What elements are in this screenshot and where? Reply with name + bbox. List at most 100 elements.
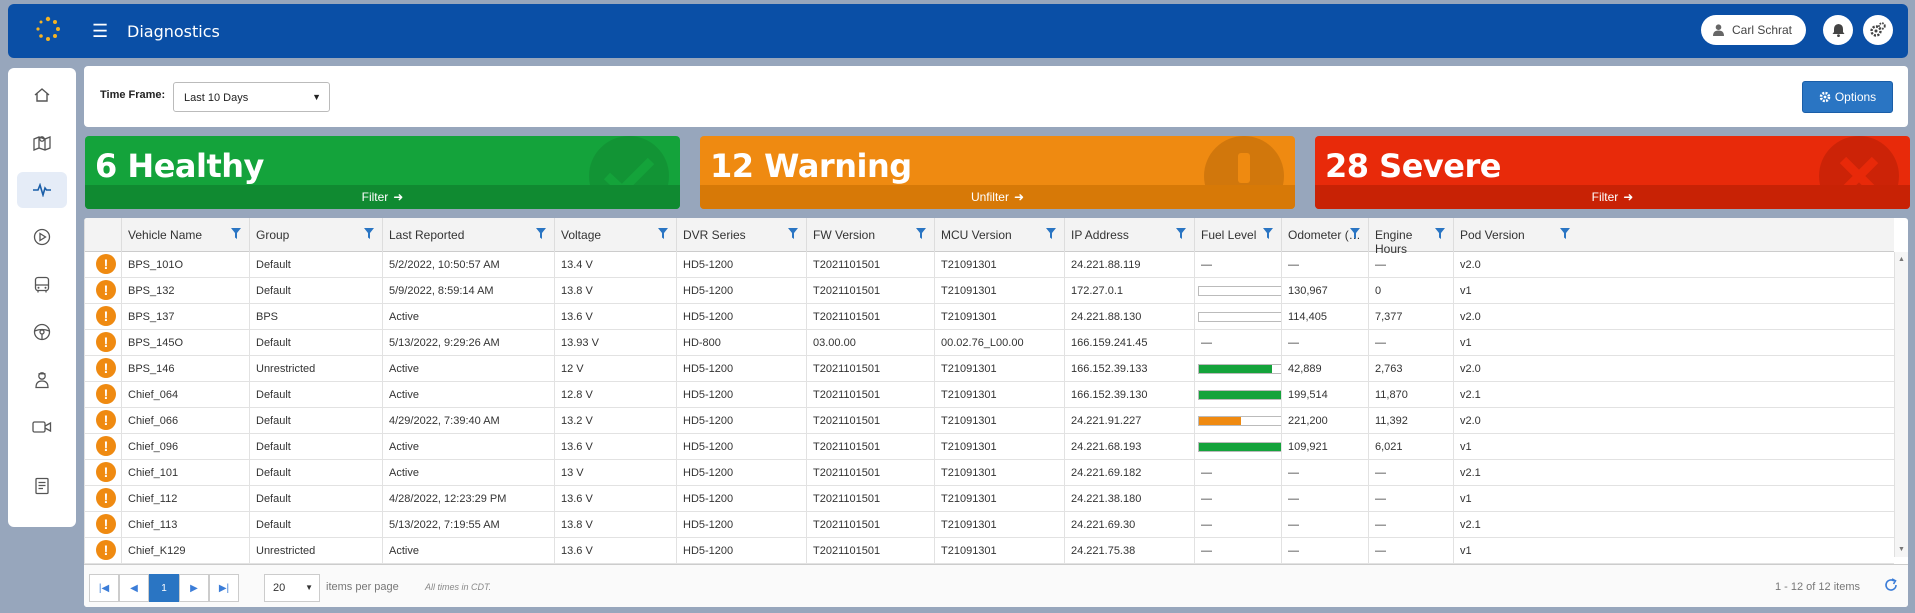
filter-icon[interactable] (536, 228, 546, 239)
column-header[interactable]: Last Reported (382, 218, 554, 252)
filter-icon[interactable] (1176, 228, 1186, 239)
first-page-button[interactable]: |◀ (89, 574, 119, 602)
time-frame-value: Last 10 Days (184, 92, 249, 104)
fuel-level-bar (1198, 416, 1281, 426)
notifications-button[interactable] (1823, 15, 1853, 45)
grid-footer: |◀ ◀ 1 ▶ ▶| 20 ▼ items per page All time… (84, 564, 1908, 607)
fuel-level-fill (1199, 365, 1272, 373)
table-row[interactable]: ! Chief_066 Default 4/29/2022, 7:39:40 AM 13… (84, 408, 1894, 434)
scroll-down-icon[interactable]: ▼ (1898, 546, 1905, 553)
table-row[interactable]: ! Chief_K129 Unrestricted Active 13.6 V HD5-1… (84, 538, 1894, 564)
sidebar-item-reports[interactable] (17, 468, 67, 504)
refresh-icon[interactable] (1884, 578, 1898, 592)
sidebar-item-video[interactable] (17, 409, 67, 445)
table-row[interactable]: ! Chief_101 Default Active 13 V HD5-1200 T2021… (84, 460, 1894, 486)
column-header[interactable]: Engine Hours (1368, 218, 1453, 256)
cell-ip: 172.27.0.1 (1064, 278, 1194, 304)
cell-vehicle: BPS_132 (121, 278, 249, 304)
scroll-up-icon[interactable]: ▲ (1898, 256, 1905, 263)
filter-icon[interactable] (1046, 228, 1056, 239)
cell-ip: 24.221.69.30 (1064, 512, 1194, 538)
cell-hours: — (1368, 460, 1453, 486)
sidebar-item-playback[interactable] (17, 219, 67, 255)
filter-icon[interactable] (658, 228, 668, 239)
cell-vehicle: BPS_137 (121, 304, 249, 330)
filter-icon[interactable] (1350, 228, 1360, 239)
filter-icon[interactable] (1560, 228, 1570, 239)
prev-page-button[interactable]: ◀ (119, 574, 149, 602)
filter-icon[interactable] (364, 228, 374, 239)
user-menu-button[interactable]: Carl Schrat (1701, 15, 1807, 45)
cell-vehicle: BPS_145O (121, 330, 249, 356)
cell-group: Unrestricted (249, 538, 382, 564)
cell-last: Active (382, 434, 554, 460)
sidebar-item-drivers[interactable] (17, 362, 67, 398)
column-header[interactable]: Voltage (554, 218, 676, 252)
cell-group: Default (249, 434, 382, 460)
table-row[interactable]: ! Chief_064 Default Active 12.8 V HD5-1200 T20… (84, 382, 1894, 408)
sidebar-item-driving[interactable] (17, 314, 67, 350)
table-row[interactable]: ! BPS_101O Default 5/2/2022, 10:50:57 AM 13.… (84, 252, 1894, 278)
severe-filter-button[interactable]: Filter ➜ (1315, 185, 1910, 209)
table-row[interactable]: ! Chief_096 Default Active 13.6 V HD5-1200 T20… (84, 434, 1894, 460)
fuel-level-cell: — (1194, 538, 1281, 564)
warning-unfilter-button[interactable]: Unfilter ➜ (700, 185, 1295, 209)
table-row[interactable]: ! BPS_132 Default 5/9/2022, 8:59:14 AM 13.8 … (84, 278, 1894, 304)
fuel-level-fill (1199, 391, 1281, 399)
settings-button[interactable] (1863, 15, 1893, 45)
column-header[interactable]: Vehicle Name (121, 218, 249, 252)
fuel-level-cell: — (1194, 330, 1281, 356)
menu-icon[interactable]: ☰ (92, 22, 108, 40)
filter-icon[interactable] (231, 228, 241, 239)
table-row[interactable]: ! Chief_112 Default 4/28/2022, 12:23:29 PM 1… (84, 486, 1894, 512)
cell-group: Default (249, 486, 382, 512)
column-header-label: MCU Version (941, 228, 1012, 242)
last-page-button[interactable]: ▶| (209, 574, 239, 602)
timezone-note: All times in CDT. (425, 582, 492, 592)
page-button-current[interactable]: 1 (149, 574, 179, 602)
warning-icon: ! (96, 254, 116, 274)
cell-dvr: HD5-1200 (676, 460, 806, 486)
vertical-scrollbar[interactable]: ▲ ▼ (1894, 252, 1908, 557)
page-size-value: 20 (273, 582, 286, 594)
cell-mcu: T21091301 (934, 408, 1064, 434)
cell-group: Default (249, 512, 382, 538)
cell-last: Active (382, 304, 554, 330)
cell-fw: T2021101501 (806, 252, 934, 278)
next-page-button[interactable]: ▶ (179, 574, 209, 602)
page-size-select[interactable]: 20 ▼ (264, 574, 320, 602)
diagnostics-grid: Vehicle Name Group Last Reported Voltage DVR… (84, 218, 1908, 607)
sidebar-item-diagnostics[interactable] (17, 172, 67, 208)
column-header[interactable]: Pod Version (1453, 218, 1578, 252)
column-header[interactable]: DVR Series (676, 218, 806, 252)
cell-vehicle: Chief_066 (121, 408, 249, 434)
time-frame-select[interactable]: Last 10 Days ▼ (173, 82, 330, 112)
sidebar-item-home[interactable] (17, 77, 67, 113)
cell-mcu: T21091301 (934, 252, 1064, 278)
warning-icon: ! (96, 384, 116, 404)
cell-mcu: 00.02.76_L00.00 (934, 330, 1064, 356)
cell-last: 5/9/2022, 8:59:14 AM (382, 278, 554, 304)
cell-odometer: 199,514 (1281, 382, 1368, 408)
column-header[interactable]: Fuel Level (1194, 218, 1281, 252)
filter-icon[interactable] (916, 228, 926, 239)
cell-voltage: 13.8 V (554, 512, 676, 538)
column-header[interactable]: IP Address (1064, 218, 1194, 252)
column-header[interactable]: Odometer (… (1281, 218, 1368, 252)
filter-icon[interactable] (1263, 228, 1273, 239)
healthy-filter-button[interactable]: Filter ➜ (85, 185, 680, 209)
sidebar-item-map[interactable] (17, 125, 67, 161)
cell-voltage: 13.4 V (554, 252, 676, 278)
options-button[interactable]: Options (1802, 81, 1893, 113)
filter-icon[interactable] (1435, 228, 1445, 239)
table-row[interactable]: ! Chief_113 Default 5/13/2022, 7:19:55 AM 13… (84, 512, 1894, 538)
table-row[interactable]: ! BPS_146 Unrestricted Active 12 V HD5-1200 T2… (84, 356, 1894, 382)
table-row[interactable]: ! BPS_137 BPS Active 13.6 V HD5-1200 T20211015… (84, 304, 1894, 330)
sidebar-item-vehicles[interactable] (17, 267, 67, 303)
filter-icon[interactable] (788, 228, 798, 239)
table-row[interactable]: ! BPS_145O Default 5/13/2022, 9:29:26 AM 13.… (84, 330, 1894, 356)
column-header[interactable]: FW Version (806, 218, 934, 252)
cell-pod: v2.1 (1453, 382, 1578, 408)
column-header[interactable]: MCU Version (934, 218, 1064, 252)
column-header[interactable]: Group (249, 218, 382, 252)
